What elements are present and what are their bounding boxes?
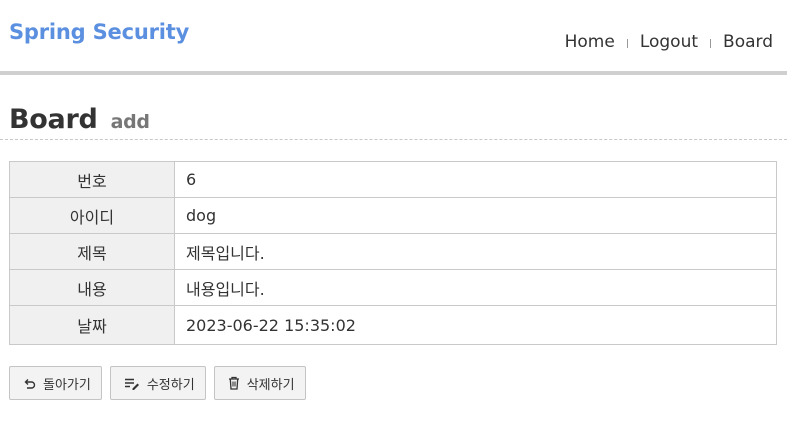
page-title-text: Board [9, 104, 98, 135]
row-value: 2023-06-22 15:35:02 [174, 305, 777, 345]
row-label: 아이디 [9, 197, 175, 234]
edit-list-icon [124, 377, 140, 390]
brand-link[interactable]: Spring Security [9, 20, 189, 44]
page-subtitle: add [110, 111, 150, 133]
edit-button-label: 수정하기 [146, 376, 195, 392]
action-buttons: 돌아가기 수정하기 삭제하기 [9, 366, 306, 400]
undo-icon [23, 377, 36, 390]
row-label: 번호 [9, 161, 175, 198]
edit-button[interactable]: 수정하기 [109, 366, 206, 400]
row-value: 6 [174, 161, 777, 198]
board-detail-table: 번호 6 아이디 dog 제목 제목입니다. 내용 내용입니다. 날짜 2023… [9, 161, 777, 345]
back-button-label: 돌아가기 [43, 376, 91, 392]
row-value: 내용입니다. [174, 269, 777, 306]
nav-logout-link[interactable]: Logout [640, 32, 698, 52]
delete-button-label: 삭제하기 [246, 376, 295, 392]
row-value: 제목입니다. [174, 233, 777, 270]
nav-separator [626, 38, 628, 48]
table-row: 날짜 2023-06-22 15:35:02 [9, 305, 777, 345]
row-value: dog [174, 197, 777, 234]
page-title: Board add [9, 104, 150, 135]
title-divider [0, 139, 787, 140]
back-button[interactable]: 돌아가기 [9, 366, 102, 400]
row-label: 제목 [9, 233, 175, 270]
delete-button[interactable]: 삭제하기 [213, 366, 306, 400]
table-row: 아이디 dog [9, 197, 777, 234]
header-divider [0, 71, 787, 75]
row-label: 내용 [9, 269, 175, 306]
trash-icon [228, 376, 240, 390]
table-row: 번호 6 [9, 161, 777, 198]
nav-separator [710, 38, 712, 48]
table-row: 제목 제목입니다. [9, 233, 777, 270]
row-label: 날짜 [9, 305, 175, 345]
nav-home-link[interactable]: Home [565, 32, 615, 52]
table-row: 내용 내용입니다. [9, 269, 777, 306]
top-nav: Home Logout Board [565, 32, 773, 52]
nav-board-link[interactable]: Board [723, 32, 773, 52]
